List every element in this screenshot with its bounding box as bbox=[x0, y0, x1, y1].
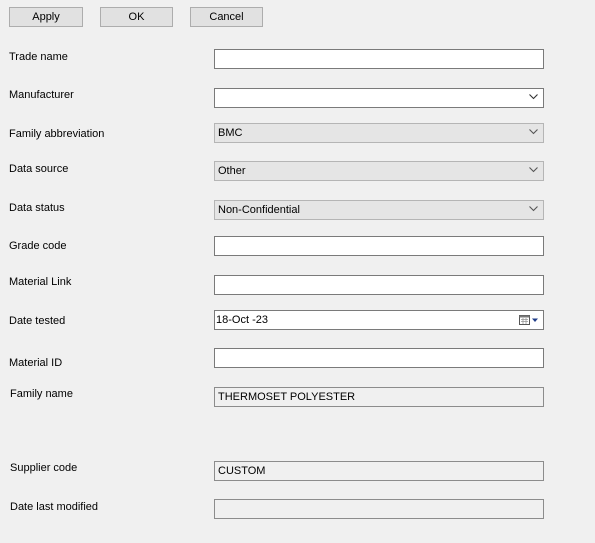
supplier-code-field: CUSTOM bbox=[214, 461, 544, 481]
family-abbreviation-value: BMC bbox=[218, 127, 243, 139]
family-abbreviation-select[interactable]: BMC bbox=[214, 123, 544, 143]
date-last-modified-label: Date last modified bbox=[10, 501, 99, 513]
data-source-label: Data source bbox=[9, 163, 69, 175]
family-name-label: Family name bbox=[10, 388, 73, 400]
data-source-select[interactable]: Other bbox=[214, 161, 544, 181]
data-status-label: Data status bbox=[9, 202, 65, 214]
material-id-input[interactable] bbox=[214, 348, 544, 368]
grade-code-label: Grade code bbox=[9, 240, 67, 252]
supplier-code-label: Supplier code bbox=[10, 462, 78, 474]
material-link-input[interactable] bbox=[214, 275, 544, 295]
data-status-select[interactable]: Non-Confidential bbox=[214, 200, 544, 220]
supplier-code-value: CUSTOM bbox=[218, 465, 266, 477]
date-tested-label: Date tested bbox=[9, 315, 66, 327]
chevron-down-icon[interactable] bbox=[529, 94, 538, 100]
data-status-value: Non-Confidential bbox=[218, 204, 300, 216]
chevron-down-icon[interactable] bbox=[529, 167, 538, 173]
date-tested-value: 18-Oct -23 bbox=[216, 314, 268, 326]
family-name-value: THERMOSET POLYESTER bbox=[218, 391, 356, 403]
apply-button[interactable]: Apply bbox=[9, 7, 83, 27]
family-abbreviation-label: Family abbreviation bbox=[9, 128, 105, 140]
manufacturer-select[interactable] bbox=[214, 88, 544, 108]
calendar-icon bbox=[519, 315, 538, 325]
cancel-button[interactable]: Cancel bbox=[190, 7, 263, 27]
date-tested-picker[interactable]: 18-Oct -23 bbox=[214, 310, 544, 330]
trade-name-input[interactable] bbox=[214, 49, 544, 69]
material-link-label: Material Link bbox=[9, 276, 72, 288]
chevron-down-icon[interactable] bbox=[529, 129, 538, 135]
grade-code-input[interactable] bbox=[214, 236, 544, 256]
data-source-value: Other bbox=[218, 165, 246, 177]
family-name-field: THERMOSET POLYESTER bbox=[214, 387, 544, 407]
ok-button[interactable]: OK bbox=[100, 7, 173, 27]
manufacturer-label: Manufacturer bbox=[9, 89, 74, 101]
chevron-down-icon[interactable] bbox=[529, 206, 538, 212]
material-id-label: Material ID bbox=[9, 357, 63, 369]
date-last-modified-field bbox=[214, 499, 544, 519]
trade-name-label: Trade name bbox=[9, 51, 68, 63]
calendar-dropdown-button[interactable] bbox=[516, 313, 540, 327]
